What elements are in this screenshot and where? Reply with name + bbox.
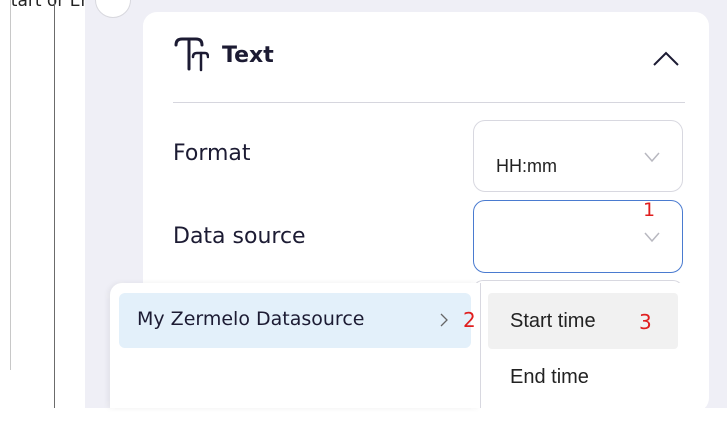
- annotation-marker-3: 3: [639, 310, 652, 334]
- left-pane: [0, 0, 11, 370]
- option-label: Start time: [510, 310, 596, 332]
- chevron-up-icon[interactable]: [651, 48, 681, 68]
- annotation-marker-1: 1: [643, 199, 656, 221]
- field-options-menu: Start time 3 End time: [480, 283, 687, 408]
- format-select[interactable]: HH:mm: [473, 120, 683, 192]
- datasource-item-label: My Zermelo Datasource: [137, 308, 365, 330]
- option-end-time[interactable]: End time: [488, 349, 678, 405]
- format-value: HH:mm: [496, 156, 557, 176]
- datasource-item[interactable]: My Zermelo Datasource 2: [119, 293, 476, 348]
- chevron-down-icon: [644, 152, 660, 163]
- annotation-marker-2: 2: [463, 308, 476, 332]
- chevron-right-icon: [440, 313, 448, 327]
- datasource-menu: My Zermelo Datasource 2: [110, 283, 480, 408]
- text-format-icon: [174, 37, 209, 72]
- header-divider: [173, 102, 685, 103]
- card-title: Text: [222, 43, 274, 68]
- format-label: Format: [173, 141, 251, 166]
- option-start-time[interactable]: Start time 3: [488, 293, 678, 349]
- divider-line: [54, 0, 55, 408]
- data-source-label: Data source: [173, 224, 306, 249]
- card-header: Text: [173, 36, 685, 76]
- chevron-down-icon: [644, 232, 660, 243]
- option-label: End time: [510, 366, 589, 388]
